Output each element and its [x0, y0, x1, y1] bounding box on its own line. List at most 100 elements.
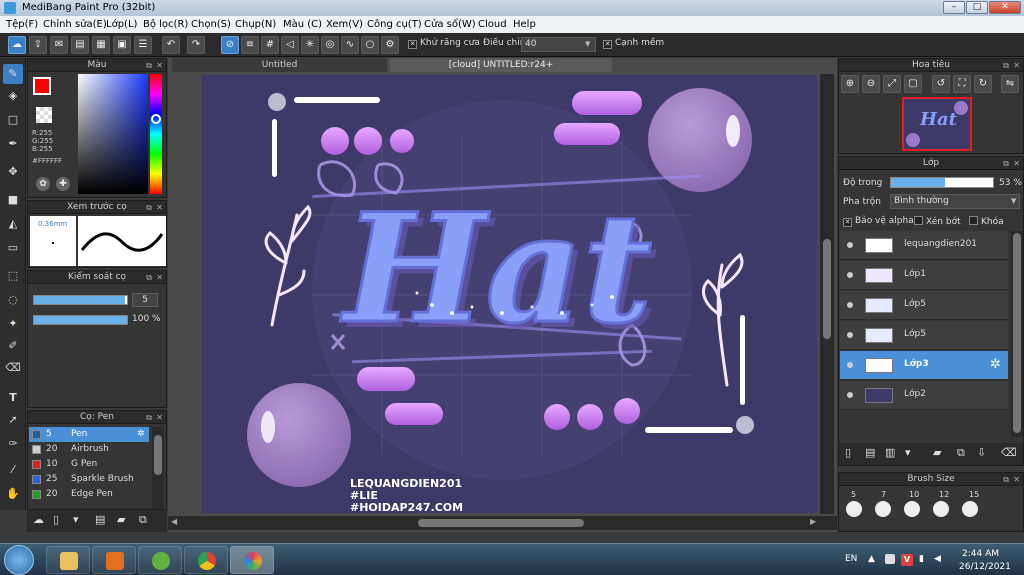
tray-app-icon[interactable]	[885, 554, 895, 564]
scroll-thumb[interactable]	[154, 435, 162, 475]
brush-size-dot[interactable]	[904, 501, 920, 517]
popout-icon[interactable]: ⧉	[1003, 473, 1009, 486]
protect-alpha-checkbox[interactable]: ✕	[843, 218, 852, 227]
select-eraser-icon[interactable]: ⌫	[3, 358, 23, 378]
copy-icon[interactable]: ⧉	[139, 513, 147, 527]
trash-icon[interactable]: ⌫	[1001, 446, 1017, 459]
hue-handle[interactable]	[151, 114, 161, 124]
blend-mode-select[interactable]: Bình thường	[890, 194, 1020, 209]
undo-icon[interactable]: ↶	[162, 36, 180, 54]
close-icon[interactable]: ✕	[1013, 157, 1020, 170]
visibility-icon[interactable]	[847, 272, 853, 278]
new-file-icon[interactable]: ▯	[53, 513, 59, 526]
menu-select[interactable]: Chọn(S)	[191, 16, 231, 33]
palette-icon[interactable]: ✿	[36, 177, 50, 191]
parallel-snap-icon[interactable]: ≡	[241, 36, 259, 54]
volume-icon[interactable]: ◀	[934, 554, 941, 564]
eraser-icon[interactable]: ◈	[3, 86, 23, 106]
curve-icon[interactable]: ∿	[341, 36, 359, 54]
menu-capture[interactable]: Chụp(N)	[235, 16, 276, 33]
brush-size-dot[interactable]	[875, 501, 891, 517]
menu-layer[interactable]: Lớp(L)	[106, 16, 137, 33]
select-pen-icon[interactable]: ✐	[3, 336, 23, 356]
visibility-icon[interactable]	[847, 242, 853, 248]
cloud-download-icon[interactable]: ☁	[33, 513, 44, 526]
gradient-icon[interactable]: ▭	[3, 238, 23, 258]
brush-size-dot[interactable]	[933, 501, 949, 517]
select-icon[interactable]: ⬚	[3, 266, 23, 286]
close-icon[interactable]: ✕	[156, 59, 163, 72]
note-icon[interactable]: ▤	[71, 36, 89, 54]
book-icon[interactable]: ▦	[92, 36, 110, 54]
menu-window[interactable]: Cửa sổ(W)	[424, 16, 476, 33]
taskbar-chrome[interactable]	[184, 546, 228, 574]
cloud-icon[interactable]: ☁	[8, 36, 26, 54]
operation-icon[interactable]: ➚	[3, 410, 23, 430]
grid-snap-icon[interactable]: #	[261, 36, 279, 54]
magic-wand-icon[interactable]: ✦	[3, 314, 23, 334]
taskbar-media[interactable]	[92, 546, 136, 574]
close-icon[interactable]: ✕	[1013, 473, 1020, 486]
brush-item-edge-pen[interactable]: 20 Edge Pen	[29, 487, 149, 502]
folder-icon[interactable]: ▰	[117, 513, 125, 526]
popout-icon[interactable]: ⧉	[146, 59, 152, 72]
add-menu-icon[interactable]: ▾	[73, 513, 79, 526]
gear-icon[interactable]: ⚙	[381, 36, 399, 54]
brush-icon[interactable]: ✎	[3, 64, 23, 84]
soft-edge-checkbox[interactable]: ✕	[603, 40, 612, 49]
taskbar-medibang[interactable]	[230, 546, 274, 574]
visibility-icon[interactable]	[847, 392, 853, 398]
list-icon[interactable]: ☰	[134, 36, 152, 54]
popout-icon[interactable]: ⧉	[1003, 157, 1009, 170]
radial-icon[interactable]: ✳	[301, 36, 319, 54]
new-layer-icon[interactable]: ▯	[845, 446, 851, 459]
eyedropper-icon[interactable]: ✑	[3, 434, 23, 454]
scroll-right-icon[interactable]: ▶	[810, 517, 816, 526]
taskbar-app[interactable]	[138, 546, 182, 574]
brush-list-scrollbar[interactable]	[152, 427, 164, 509]
zoom-in-icon[interactable]: ⊕	[841, 75, 859, 93]
new-halftone-layer-icon[interactable]: ▤	[865, 446, 875, 459]
text-icon[interactable]: T	[3, 388, 23, 408]
lasso-icon[interactable]: ◌	[3, 290, 23, 310]
zoom-out-icon[interactable]: ⊖	[862, 75, 880, 93]
clock-date[interactable]: 26/12/2021	[959, 562, 1011, 572]
menu-filter[interactable]: Bộ lọc(R)	[143, 16, 188, 33]
navigator-thumbnail[interactable]: Hat	[902, 97, 972, 151]
close-button[interactable]: ✕	[989, 1, 1021, 14]
close-icon[interactable]: ✕	[156, 271, 163, 284]
flip-icon[interactable]: ⇋	[1001, 75, 1019, 93]
divide-icon[interactable]: ⁄	[3, 460, 23, 480]
maximize-button[interactable]: □	[966, 1, 988, 14]
layer-scrollbar[interactable]	[1011, 231, 1023, 437]
brush-item-airbrush[interactable]: 20 Airbrush	[29, 442, 149, 457]
tab-untitled[interactable]: Untitled	[172, 58, 387, 72]
brush-item-sparkle[interactable]: 25 Sparkle Brush	[29, 472, 149, 487]
layer-row-active[interactable]: Lớp3 ✲	[840, 351, 1008, 380]
scroll-left-icon[interactable]: ◀	[171, 517, 177, 526]
menu-file[interactable]: Tệp(F)	[6, 16, 38, 33]
settings-file-icon[interactable]: ▤	[95, 513, 105, 526]
popout-icon[interactable]: ⧉	[146, 271, 152, 284]
scroll-thumb[interactable]	[823, 239, 831, 339]
gear-icon[interactable]: ✲	[990, 357, 1001, 372]
brush-item-g-pen[interactable]: 10 G Pen	[29, 457, 149, 472]
layer-opacity-slider[interactable]	[890, 177, 994, 188]
scroll-thumb[interactable]	[418, 519, 584, 527]
gear-icon[interactable]: ✲	[137, 427, 145, 442]
rotate-right-icon[interactable]: ↻	[974, 75, 992, 93]
rect-icon[interactable]: □	[3, 110, 23, 130]
minimize-button[interactable]: –	[943, 1, 965, 14]
rotate-left-icon[interactable]: ↺	[932, 75, 950, 93]
menu-edit[interactable]: Chỉnh sửa(E)	[43, 16, 107, 33]
clock-time[interactable]: 2:44 AM	[962, 549, 999, 559]
redo-icon[interactable]: ↷	[187, 36, 205, 54]
layer-row[interactable]: Lớp2	[840, 381, 1008, 410]
popout-icon[interactable]: ⧉	[146, 201, 152, 214]
duplicate-icon[interactable]: ⧉	[957, 446, 965, 460]
visibility-icon[interactable]	[847, 362, 853, 368]
vietkey-icon[interactable]: V	[901, 554, 913, 566]
chat-icon[interactable]: ✉	[50, 36, 68, 54]
start-button[interactable]	[4, 545, 34, 575]
foreground-color-swatch[interactable]	[33, 77, 51, 95]
